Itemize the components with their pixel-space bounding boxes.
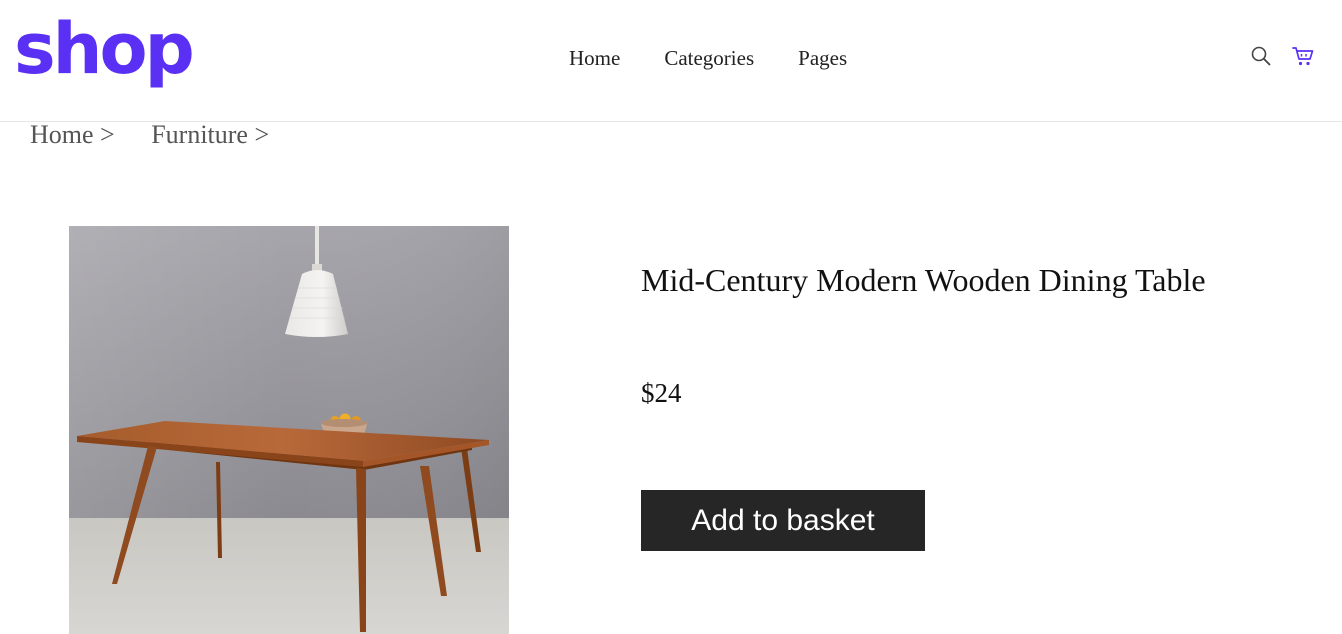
main-nav: Home Categories Pages [569,46,847,71]
nav-categories[interactable]: Categories [664,46,754,71]
cart-icon[interactable] [1291,44,1315,68]
product-image [69,226,509,634]
nav-home[interactable]: Home [569,46,620,71]
nav-pages[interactable]: Pages [798,46,847,71]
add-to-basket-button[interactable]: Add to basket [641,490,925,551]
product-title: Mid-Century Modern Wooden Dining Table [641,262,1206,298]
product-price: $24 [641,378,682,408]
breadcrumb: Home > Furniture > [30,120,269,150]
breadcrumb-furniture[interactable]: Furniture > [151,120,269,149]
site-header: shop Home Categories Pages [0,0,1342,122]
breadcrumb-home[interactable]: Home > [30,120,115,149]
search-icon[interactable] [1249,44,1273,68]
shop-logo[interactable]: shop [14,14,195,84]
